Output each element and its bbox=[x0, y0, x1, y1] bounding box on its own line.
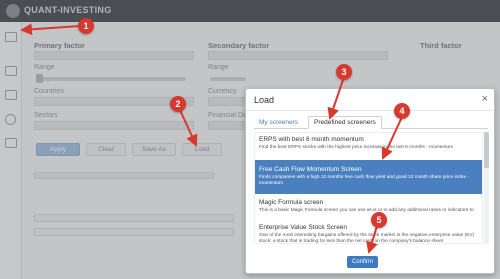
step-badge-3: 3 bbox=[336, 64, 352, 80]
screener-name: Magic Formula screen bbox=[259, 199, 324, 206]
list-item-selected[interactable]: Free Cash Flow Momentum Screen Finds com… bbox=[255, 160, 482, 194]
tab-my-screeners[interactable]: My screeners bbox=[254, 116, 303, 129]
step-badge-5: 5 bbox=[371, 212, 387, 228]
screener-name: Enterprise Value Stock Screen bbox=[259, 224, 348, 231]
load-dialog: Load × My screeners Predefined screeners… bbox=[245, 88, 495, 274]
step-badge-1: 1 bbox=[78, 18, 94, 34]
list-scrollbar[interactable] bbox=[484, 132, 489, 244]
screener-name: ERPS with best 6 month momentum bbox=[259, 136, 364, 143]
screener-description: Find the best ERPS stocks with the highe… bbox=[259, 145, 454, 150]
screener-tabs: My screeners Predefined screeners bbox=[254, 116, 488, 129]
confirm-button[interactable]: Confirm bbox=[347, 256, 378, 268]
screener-list[interactable]: ERPS with best 6 month momentum Find the… bbox=[254, 132, 483, 244]
list-item[interactable]: Enterprise Value Stock Screen One of the… bbox=[255, 221, 482, 244]
dialog-header: Load × bbox=[246, 89, 494, 111]
screener-name: Free Cash Flow Momentum Screen bbox=[259, 166, 362, 173]
screener-description: Finds companies with a high 12 months fr… bbox=[259, 175, 469, 186]
close-icon[interactable]: × bbox=[482, 93, 488, 105]
dialog-title: Load bbox=[254, 95, 275, 105]
list-item[interactable]: ERPS with best 6 month momentum Find the… bbox=[255, 133, 482, 159]
step-badge-2: 2 bbox=[170, 96, 186, 112]
step-badge-4: 4 bbox=[394, 103, 410, 119]
tab-predefined-screeners[interactable]: Predefined screeners bbox=[308, 116, 382, 129]
scrollbar-thumb[interactable] bbox=[484, 132, 489, 168]
list-item[interactable]: Magic Formula screen This is a basic Mag… bbox=[255, 196, 482, 220]
screener-description: This is a basic Magic Formula screen you… bbox=[259, 208, 474, 213]
screener-description: One of the most interesting bargains off… bbox=[259, 233, 475, 244]
